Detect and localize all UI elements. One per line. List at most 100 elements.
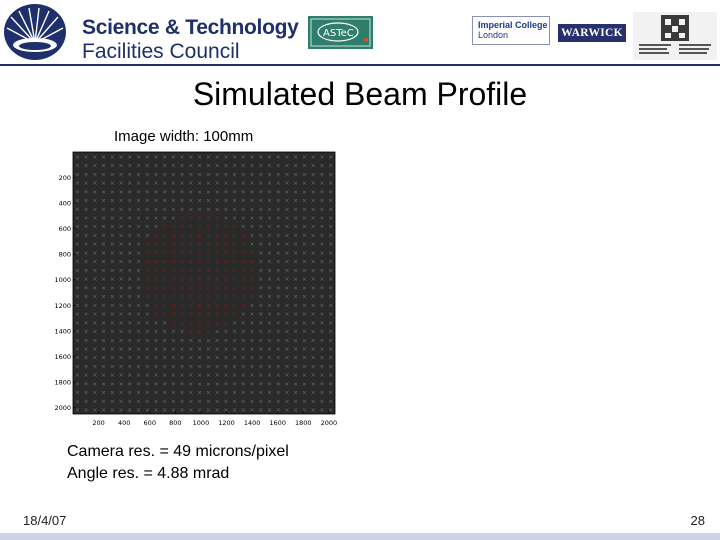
pixel-mark: × bbox=[302, 224, 307, 231]
pixel-mark: × bbox=[162, 285, 167, 292]
pixel-mark: × bbox=[328, 198, 333, 205]
pixel-mark: × bbox=[188, 215, 193, 222]
pixel-mark: × bbox=[250, 294, 255, 301]
pixel-mark: × bbox=[119, 311, 124, 318]
pixel-mark: × bbox=[267, 329, 272, 336]
pixel-mark: × bbox=[197, 232, 202, 239]
pixel-mark: × bbox=[171, 206, 176, 213]
pixel-mark: × bbox=[302, 215, 307, 222]
y-tick-label: 800 bbox=[59, 251, 71, 259]
pixel-mark: × bbox=[84, 250, 89, 257]
pixel-mark: × bbox=[258, 381, 263, 388]
pixel-mark: × bbox=[188, 398, 193, 405]
pixel-mark: × bbox=[276, 276, 281, 283]
pixel-mark: × bbox=[284, 154, 289, 161]
pixel-mark: × bbox=[101, 285, 106, 292]
pixel-mark: × bbox=[188, 337, 193, 344]
pixel-mark: × bbox=[188, 259, 193, 266]
pixel-mark: × bbox=[110, 180, 115, 187]
pixel-mark: × bbox=[127, 302, 132, 309]
pixel-mark: × bbox=[223, 250, 228, 257]
pixel-mark: × bbox=[188, 241, 193, 248]
pixel-mark: × bbox=[101, 276, 106, 283]
pixel-mark: × bbox=[180, 398, 185, 405]
pixel-mark: × bbox=[101, 154, 106, 161]
pixel-mark: × bbox=[127, 311, 132, 318]
y-tick-label: 1400 bbox=[54, 327, 71, 335]
pixel-mark: × bbox=[206, 285, 211, 292]
pixel-mark: × bbox=[241, 311, 246, 318]
pixel-mark: × bbox=[215, 259, 220, 266]
pixel-mark: × bbox=[92, 294, 97, 301]
pixel-mark: × bbox=[258, 320, 263, 327]
pixel-mark: × bbox=[250, 381, 255, 388]
pixel-mark: × bbox=[136, 398, 141, 405]
pixel-mark: × bbox=[258, 346, 263, 353]
pixel-mark: × bbox=[136, 363, 141, 370]
pixel-mark: × bbox=[267, 189, 272, 196]
pixel-mark: × bbox=[92, 302, 97, 309]
pixel-mark: × bbox=[328, 363, 333, 370]
pixel-mark: × bbox=[84, 189, 89, 196]
pixel-mark: × bbox=[293, 363, 298, 370]
pixel-mark: × bbox=[258, 215, 263, 222]
pixel-mark: × bbox=[284, 381, 289, 388]
pixel-mark: × bbox=[153, 390, 158, 397]
x-tick-label: 400 bbox=[118, 419, 130, 427]
pixel-mark: × bbox=[101, 215, 106, 222]
pixel-mark: × bbox=[153, 294, 158, 301]
pixel-mark: × bbox=[171, 390, 176, 397]
pixel-mark: × bbox=[319, 189, 324, 196]
pixel-mark: × bbox=[293, 294, 298, 301]
pixel-mark: × bbox=[223, 329, 228, 336]
pixel-mark: × bbox=[145, 215, 150, 222]
pixel-mark: × bbox=[284, 390, 289, 397]
pixel-mark: × bbox=[284, 329, 289, 336]
pixel-mark: × bbox=[250, 285, 255, 292]
pixel-mark: × bbox=[267, 407, 272, 414]
pixel-mark: × bbox=[302, 294, 307, 301]
pixel-mark: × bbox=[101, 329, 106, 336]
pixel-mark: × bbox=[319, 320, 324, 327]
pixel-mark: × bbox=[328, 224, 333, 231]
pixel-mark: × bbox=[284, 407, 289, 414]
pixel-mark: × bbox=[84, 337, 89, 344]
pixel-mark: × bbox=[119, 381, 124, 388]
pixel-mark: × bbox=[162, 372, 167, 379]
pixel-mark: × bbox=[319, 346, 324, 353]
pixel-mark: × bbox=[188, 285, 193, 292]
pixel-mark: × bbox=[136, 381, 141, 388]
pixel-mark: × bbox=[302, 398, 307, 405]
pixel-mark: × bbox=[127, 206, 132, 213]
pixel-mark: × bbox=[232, 329, 237, 336]
pixel-mark: × bbox=[232, 337, 237, 344]
pixel-mark: × bbox=[250, 241, 255, 248]
pixel-mark: × bbox=[284, 189, 289, 196]
pixel-mark: × bbox=[311, 241, 316, 248]
pixel-mark: × bbox=[215, 355, 220, 362]
pixel-mark: × bbox=[319, 241, 324, 248]
pixel-mark: × bbox=[250, 267, 255, 274]
pixel-mark: × bbox=[258, 294, 263, 301]
pixel-mark: × bbox=[92, 329, 97, 336]
pixel-mark: × bbox=[293, 337, 298, 344]
pixel-mark: × bbox=[136, 206, 141, 213]
pixel-mark: × bbox=[215, 171, 220, 178]
pixel-mark: × bbox=[319, 329, 324, 336]
pixel-mark: × bbox=[250, 346, 255, 353]
pixel-mark: × bbox=[197, 198, 202, 205]
pixel-mark: × bbox=[302, 302, 307, 309]
pixel-mark: × bbox=[267, 294, 272, 301]
pixel-mark: × bbox=[136, 198, 141, 205]
pixel-mark: × bbox=[136, 355, 141, 362]
pixel-mark: × bbox=[136, 241, 141, 248]
pixel-mark: × bbox=[197, 337, 202, 344]
pixel-mark: × bbox=[84, 346, 89, 353]
pixel-mark: × bbox=[223, 398, 228, 405]
pixel-mark: × bbox=[153, 259, 158, 266]
pixel-mark: × bbox=[241, 250, 246, 257]
pixel-mark: × bbox=[84, 285, 89, 292]
pixel-mark: × bbox=[153, 285, 158, 292]
pixel-mark: × bbox=[127, 363, 132, 370]
pixel-mark: × bbox=[180, 363, 185, 370]
